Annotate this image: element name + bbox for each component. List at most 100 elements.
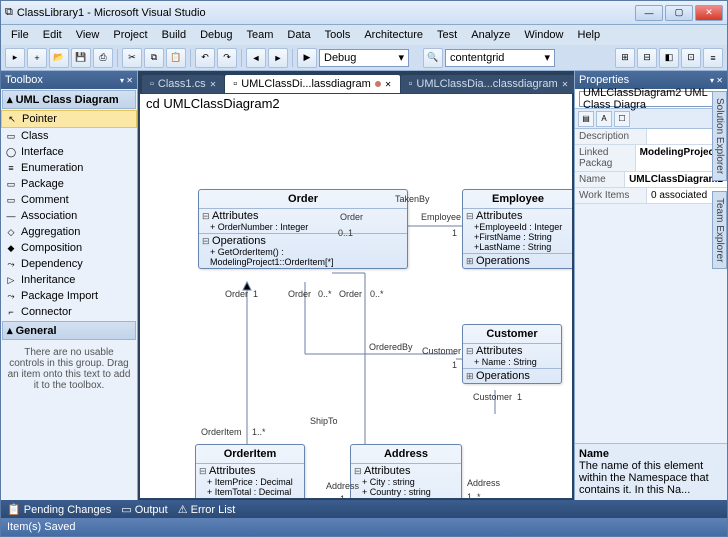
menu-project[interactable]: Project <box>107 27 153 43</box>
menu-architecture[interactable]: Architecture <box>358 27 429 43</box>
toolbox-class[interactable]: ▭Class <box>1 128 137 144</box>
side-tab-team-explorer[interactable]: Team Explorer <box>712 191 727 269</box>
tool-btn-1[interactable]: ⊞ <box>615 48 635 68</box>
doc-tab[interactable]: ▫Class1.cs✕ <box>142 75 224 93</box>
toolbox-comment[interactable]: ▭Comment <box>1 192 137 208</box>
window-title: ClassLibrary1 - Microsoft Visual Studio <box>13 7 635 19</box>
start-button[interactable]: ▶ <box>297 48 317 68</box>
tool-btn-5[interactable]: ≡ <box>703 48 723 68</box>
property-row[interactable]: Linked PackagModelingProject1 <box>575 145 727 172</box>
undo-button[interactable]: ↶ <box>195 48 215 68</box>
redo-button[interactable]: ↷ <box>217 48 237 68</box>
toolbox-package[interactable]: ▭Package <box>1 176 137 192</box>
pin-icon[interactable]: ▾ ✕ <box>710 76 723 85</box>
menu-edit[interactable]: Edit <box>37 27 68 43</box>
role-orderitem: OrderItem <box>201 427 242 437</box>
menu-team[interactable]: Team <box>241 27 280 43</box>
menu-window[interactable]: Window <box>518 27 569 43</box>
doc-tab[interactable]: ▫UMLClassDia...classdiagram✕ <box>401 75 575 93</box>
toolbox-composition[interactable]: ◆Composition <box>1 240 137 256</box>
properties-object-combo[interactable]: UMLClassDiagram2 UML Class Diagra <box>579 91 719 107</box>
tool-icon: ↖ <box>6 113 18 125</box>
role-order3: Order <box>288 289 311 299</box>
nav-fwd-button[interactable]: ► <box>268 48 288 68</box>
toolbox-dependency[interactable]: ⤳Dependency <box>1 256 137 272</box>
menu-build[interactable]: Build <box>156 27 192 43</box>
menu-view[interactable]: View <box>70 27 106 43</box>
side-tab-solution-explorer[interactable]: Solution Explorer <box>712 91 727 181</box>
toolbox-connector[interactable]: ⌐Connector <box>1 304 137 320</box>
menu-help[interactable]: Help <box>572 27 607 43</box>
app-icon: ⧉ <box>5 6 13 19</box>
cut-button[interactable]: ✂ <box>122 48 142 68</box>
toolbox-pointer[interactable]: ↖Pointer <box>1 110 137 128</box>
tool-icon: ⤳ <box>5 290 17 302</box>
toolbox-enumeration[interactable]: ≡Enumeration <box>1 160 137 176</box>
props-page-button[interactable]: ☐ <box>614 111 630 127</box>
main-toolbar: ▸ + 📂 💾 ⎙ ✂ ⧉ 📋 ↶ ↷ ◄ ► ▶ Debug▾ 🔍 conte… <box>1 45 727 71</box>
property-row[interactable]: Work Items0 associated <box>575 188 727 204</box>
tool-icon: ≡ <box>5 162 17 174</box>
tool-icon: ⤳ <box>5 258 17 270</box>
mult-0s: 0..* <box>318 289 332 299</box>
search-box[interactable]: contentgrid▾ <box>445 49 555 67</box>
tool-icon: ⌐ <box>5 306 17 318</box>
rel-takenby: TakenBy <box>395 194 430 204</box>
save-all-button[interactable]: ⎙ <box>93 48 113 68</box>
save-button[interactable]: 💾 <box>71 48 91 68</box>
tool-btn-4[interactable]: ⊡ <box>681 48 701 68</box>
toolbox-association[interactable]: —Association <box>1 208 137 224</box>
class-employee[interactable]: Employee ⊟ Attributes +EmployeeId : Inte… <box>462 189 573 269</box>
class-customer[interactable]: Customer ⊟ Attributes + Name : String ⊞ … <box>462 324 562 384</box>
close-button[interactable]: ✕ <box>695 5 723 21</box>
new-project-button[interactable]: ▸ <box>5 48 25 68</box>
pin-icon[interactable]: ▾ ✕ <box>120 76 133 85</box>
property-row[interactable]: NameUMLClassDiagram2 <box>575 172 727 188</box>
alphabetical-button[interactable]: A <box>596 111 612 127</box>
tab-pending-changes[interactable]: 📋 Pending Changes <box>7 503 111 516</box>
nav-back-button[interactable]: ◄ <box>246 48 266 68</box>
mult-1b: 1 <box>253 289 258 299</box>
categorized-button[interactable]: ▤ <box>578 111 594 127</box>
menu-test[interactable]: Test <box>431 27 463 43</box>
doc-tab[interactable]: ▫UMLClassDi...lassdiagram✕ <box>225 75 399 93</box>
tool-icon: ◯ <box>5 146 17 158</box>
toolbox-package-import[interactable]: ⤳Package Import <box>1 288 137 304</box>
designer-canvas[interactable]: cd UMLClassDiagram2 Order ⊟ Attributes +… <box>139 93 573 499</box>
tool-btn-2[interactable]: ⊟ <box>637 48 657 68</box>
paste-button[interactable]: 📋 <box>166 48 186 68</box>
property-row[interactable]: Description <box>575 129 727 145</box>
minimize-button[interactable]: — <box>635 5 663 21</box>
toolbox-interface[interactable]: ◯Interface <box>1 144 137 160</box>
mult-01: 0..1 <box>338 228 353 238</box>
copy-button[interactable]: ⧉ <box>144 48 164 68</box>
tab-close-icon[interactable]: ✕ <box>385 80 392 89</box>
config-dropdown[interactable]: Debug▾ <box>319 49 409 67</box>
tool-icon: ▭ <box>5 178 17 190</box>
toolbox-inheritance[interactable]: ▷Inheritance <box>1 272 137 288</box>
open-button[interactable]: 📂 <box>49 48 69 68</box>
status-bar: Item(s) Saved <box>1 518 727 536</box>
tab-output[interactable]: ▭ Output <box>121 503 167 516</box>
role-customer2: Customer <box>473 392 512 402</box>
menu-debug[interactable]: Debug <box>194 27 238 43</box>
class-order[interactable]: Order ⊟ Attributes + OrderNumber : Integ… <box>198 189 408 269</box>
find-button[interactable]: 🔍 <box>423 48 443 68</box>
menu-file[interactable]: File <box>5 27 35 43</box>
toolbox-aggregation[interactable]: ◇Aggregation <box>1 224 137 240</box>
add-item-button[interactable]: + <box>27 48 47 68</box>
role-order2: Order <box>225 289 248 299</box>
separator <box>292 49 293 67</box>
class-address[interactable]: Address ⊟ Attributes + City : string + C… <box>350 444 462 499</box>
maximize-button[interactable]: ▢ <box>665 5 693 21</box>
class-orderitem[interactable]: OrderItem ⊟ Attributes + ItemPrice : Dec… <box>195 444 305 499</box>
menu-tools[interactable]: Tools <box>319 27 357 43</box>
menu-analyze[interactable]: Analyze <box>465 27 516 43</box>
toolbox-category-uml[interactable]: ▴ UML Class Diagram <box>2 90 136 109</box>
tool-btn-3[interactable]: ◧ <box>659 48 679 68</box>
tab-close-icon[interactable]: ✕ <box>562 80 569 89</box>
tab-error-list[interactable]: ⚠ Error List <box>178 503 236 516</box>
toolbox-category-general[interactable]: ▴ General <box>2 321 136 340</box>
tab-close-icon[interactable]: ✕ <box>210 80 217 89</box>
menu-data[interactable]: Data <box>281 27 316 43</box>
